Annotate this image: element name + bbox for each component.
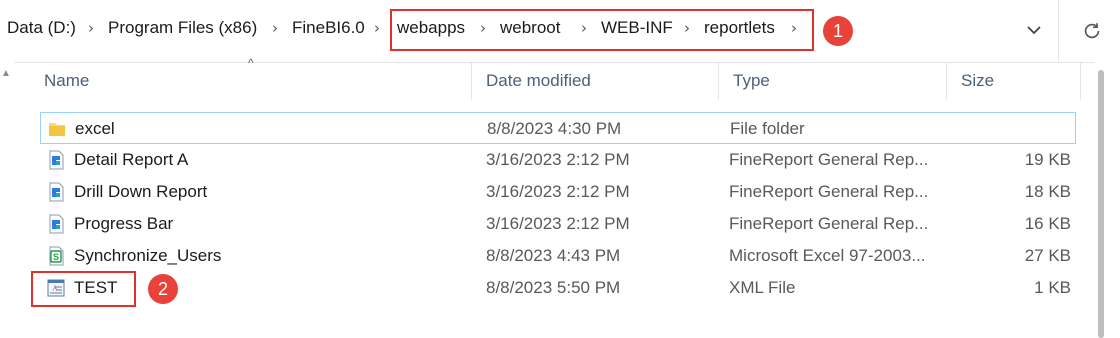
file-type: FineReport General Rep...: [729, 150, 929, 169]
scrollbar-thumb[interactable]: [1098, 70, 1104, 338]
file-row-synchronize-users[interactable]: S Synchronize_Users 8/8/2023 4:43 PM Mic…: [40, 240, 1076, 272]
file-size: 27 KB: [1024, 246, 1071, 265]
address-bar[interactable]: Data (D:) › Program Files (x86) › FineBI…: [0, 0, 1058, 63]
file-row-excel[interactable]: excel 8/8/2023 4:30 PM File folder: [40, 112, 1076, 144]
file-type: XML File: [729, 278, 796, 297]
finereport-file-icon: [49, 214, 64, 234]
file-date-modified: 8/8/2023 4:43 PM: [486, 246, 621, 265]
file-name: Drill Down Report: [74, 182, 208, 201]
file-row-test[interactable]: A TEST 8/8/2023 5:50 PM XML File 1 KB: [40, 272, 1076, 304]
navigation-pane-scrollbar[interactable]: ▲: [0, 62, 14, 338]
breadcrumb-chevron-icon[interactable]: ›: [374, 19, 380, 37]
file-date-modified: 8/8/2023 4:30 PM: [487, 119, 622, 138]
file-name: Progress Bar: [74, 214, 174, 233]
chevron-down-icon[interactable]: [1022, 18, 1046, 42]
file-type: FineReport General Rep...: [729, 214, 929, 233]
file-size: 18 KB: [1024, 182, 1071, 201]
column-header-size[interactable]: Size: [947, 62, 1081, 100]
file-date-modified: 3/16/2023 2:12 PM: [486, 182, 630, 201]
breadcrumb-finebi[interactable]: FineBI6.0: [292, 18, 365, 38]
file-date-modified: 3/16/2023 2:12 PM: [486, 150, 630, 169]
file-type: FineReport General Rep...: [729, 182, 929, 201]
file-name: Synchronize_Users: [74, 246, 222, 265]
file-size: 19 KB: [1024, 150, 1071, 169]
excel-file-icon: S: [49, 246, 64, 266]
file-name: excel: [75, 119, 115, 138]
annotation-badge-1: 1: [823, 16, 853, 46]
file-date-modified: 3/16/2023 2:12 PM: [486, 214, 630, 233]
column-header-row: ^ Name Date modified Type Size: [30, 56, 1081, 100]
svg-text:S: S: [53, 252, 59, 262]
file-name: Detail Report A: [74, 150, 189, 169]
finereport-file-icon: [49, 150, 64, 170]
file-row-drill-down-report[interactable]: Drill Down Report 3/16/2023 2:12 PM Fine…: [40, 176, 1076, 208]
annotation-badge-2: 2: [148, 274, 178, 304]
breadcrumb-data-drive[interactable]: Data (D:): [7, 18, 76, 38]
folder-icon: [49, 123, 65, 136]
column-header-type[interactable]: Type: [719, 62, 947, 100]
column-header-name[interactable]: Name: [30, 62, 472, 100]
file-date-modified: 8/8/2023 5:50 PM: [486, 278, 621, 297]
finereport-file-icon: [49, 182, 64, 202]
file-size: 16 KB: [1024, 214, 1071, 233]
breadcrumb-chevron-icon[interactable]: ›: [88, 19, 94, 37]
annotation-box-2: [31, 271, 136, 307]
column-header-date-modified[interactable]: Date modified: [472, 62, 719, 100]
file-type: File folder: [730, 119, 805, 138]
file-size: [958, 113, 1072, 145]
annotation-box-1: [390, 9, 814, 51]
refresh-button[interactable]: [1058, 0, 1120, 63]
file-type: Microsoft Excel 97-2003...: [729, 246, 926, 265]
refresh-icon[interactable]: [1081, 20, 1103, 42]
scroll-up-arrow-icon[interactable]: ▲: [1, 68, 11, 79]
breadcrumb-program-files[interactable]: Program Files (x86): [108, 18, 257, 38]
file-size: 1 KB: [1034, 278, 1071, 297]
breadcrumb-chevron-icon[interactable]: ›: [272, 19, 278, 37]
file-row-progress-bar[interactable]: Progress Bar 3/16/2023 2:12 PM FineRepor…: [40, 208, 1076, 240]
file-row-detail-report-a[interactable]: Detail Report A 3/16/2023 2:12 PM FineRe…: [40, 144, 1076, 176]
